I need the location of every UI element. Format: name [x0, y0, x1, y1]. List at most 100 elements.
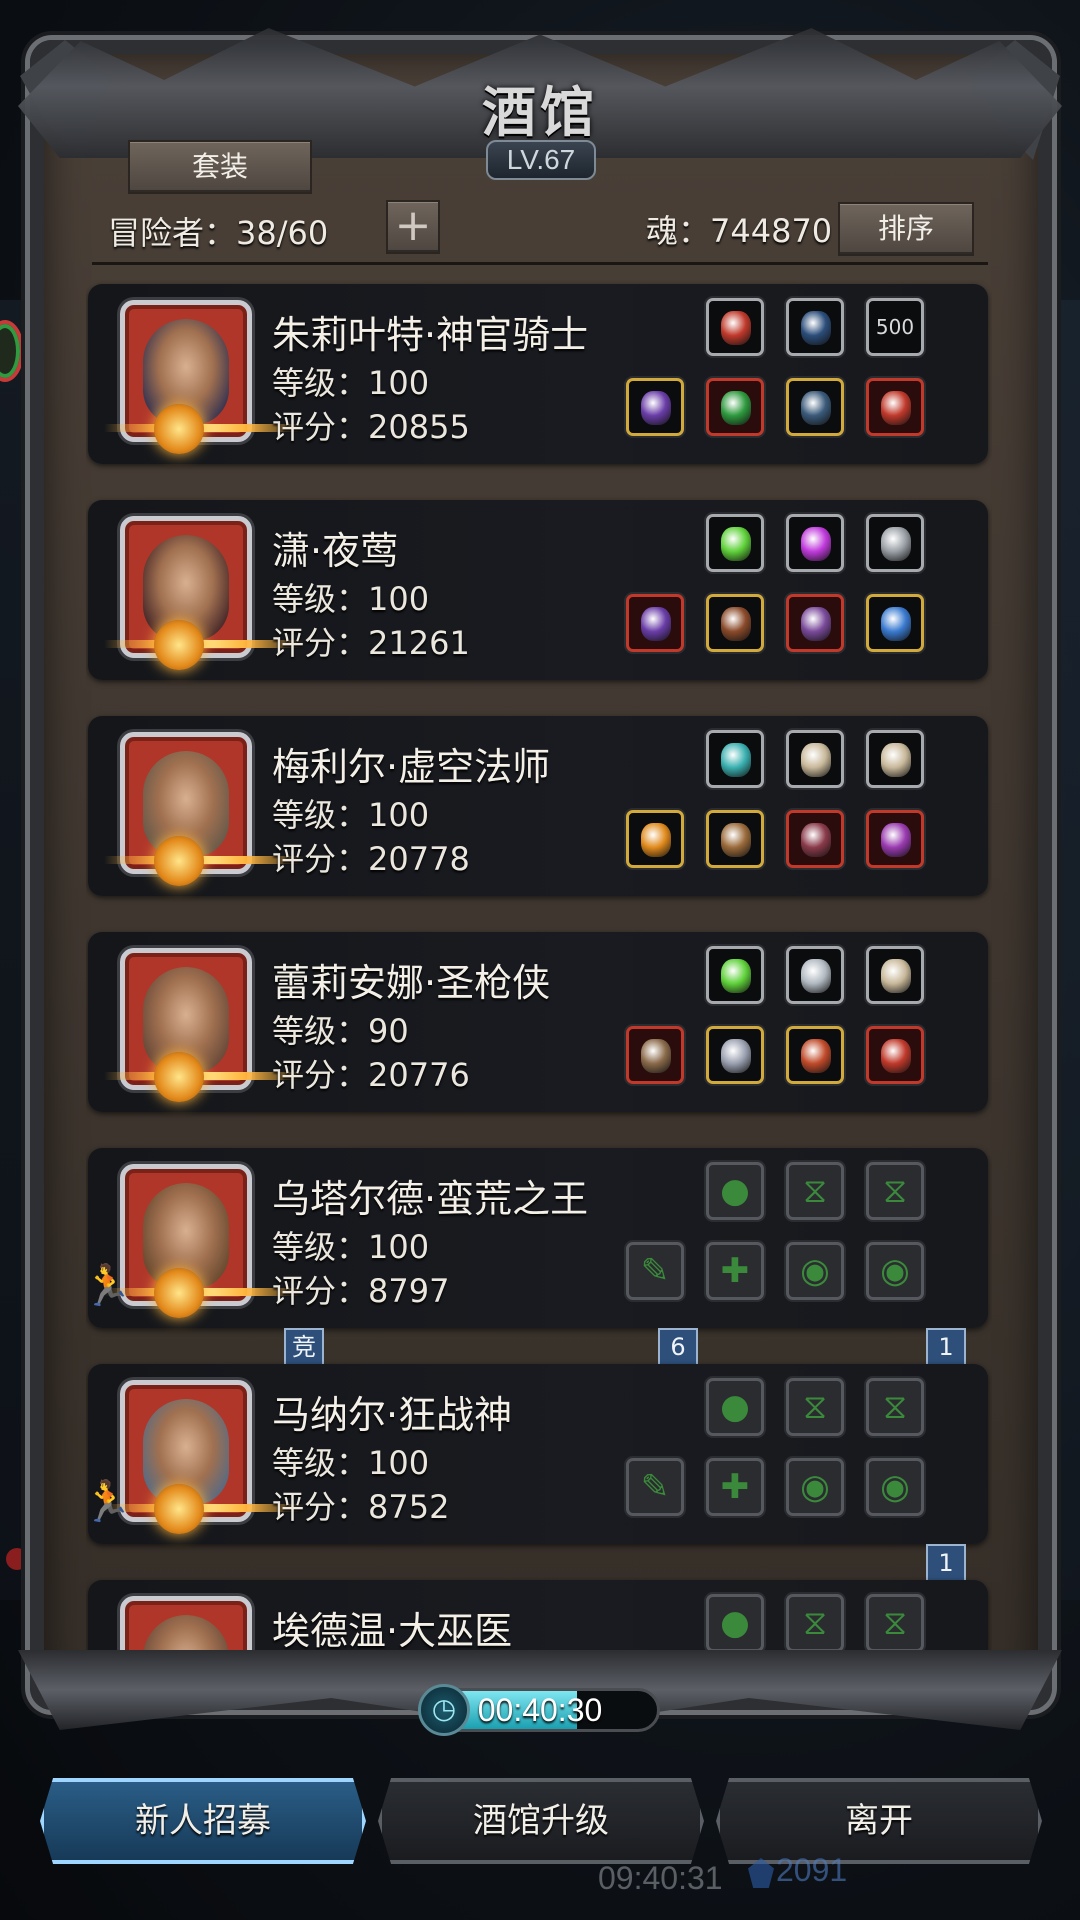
blue-amulet-icon[interactable] [866, 594, 924, 652]
rank-emblem-icon [154, 1268, 204, 1318]
hero-score: 评分：20855 [272, 408, 470, 446]
empty-weapon-slot-icon[interactable]: ✎ [626, 1458, 684, 1516]
empty-slot-glyph: ◉ [880, 1251, 910, 1291]
hero-level: 等级：90 [272, 1012, 409, 1050]
spiked-armor-icon[interactable] [786, 810, 844, 868]
empty-crystal-slot-icon[interactable]: ● [706, 1162, 764, 1220]
hero-level: 等级：100 [272, 796, 430, 834]
empty-weapon-slot-icon[interactable]: ✎ [626, 1242, 684, 1300]
empty-ring-slot-icon[interactable]: ◉ [786, 1458, 844, 1516]
hero-card[interactable]: 潇·夜莺 等级：100 评分：21261 [88, 500, 988, 680]
empty-slot-glyph: ✎ [640, 1251, 670, 1291]
ring-icon[interactable] [866, 1026, 924, 1084]
slot-item-art [881, 959, 911, 993]
empty-ring-slot-icon[interactable]: ◉ [866, 1242, 924, 1300]
empty-slot-glyph: ⧖ [883, 1387, 907, 1427]
slot-item-art [881, 743, 911, 777]
hero-name: 朱莉叶特·神官骑士 [272, 313, 589, 357]
leave-button[interactable]: 离开 [716, 1778, 1042, 1864]
bronze-armor-icon[interactable] [706, 810, 764, 868]
slot-item-art [881, 607, 911, 641]
hud-gem-count: 2091 [776, 1852, 848, 1888]
teal-orb-icon[interactable] [706, 730, 764, 788]
empty-hourglass-slot-icon[interactable]: ⧖ [786, 1378, 844, 1436]
empty-crystal-slot-icon[interactable]: ● [706, 1594, 764, 1652]
empty-hourglass-slot-icon[interactable]: ⧖ [866, 1162, 924, 1220]
rifle-icon[interactable] [626, 1026, 684, 1084]
empty-armor-slot-icon[interactable]: ✚ [706, 1242, 764, 1300]
empty-hourglass-slot-icon[interactable]: ⧖ [866, 1378, 924, 1436]
empty-slot-glyph: ✎ [640, 1467, 670, 1507]
empty-crystal-slot-icon[interactable]: ● [706, 1378, 764, 1436]
demon-helm-icon[interactable] [786, 594, 844, 652]
empty-slot-glyph: ◉ [800, 1251, 830, 1291]
hero-score: 评分：8797 [272, 1272, 450, 1310]
hero-name: 蕾莉安娜·圣枪侠 [272, 961, 551, 1005]
slot-item-art [641, 1039, 671, 1073]
recruit-button[interactable]: 新人招募 [40, 1778, 366, 1864]
plus-icon[interactable]: + [386, 200, 440, 254]
empty-armor-slot-icon[interactable]: ✚ [706, 1458, 764, 1516]
soul-count: 魂：744870 [646, 212, 833, 250]
hero-card[interactable]: 蕾莉安娜·圣枪侠等级：90 评分：20776 [88, 932, 988, 1112]
curved-blade-icon[interactable] [786, 946, 844, 1004]
running-figure-icon: 🏃 [86, 1263, 132, 1309]
set-button[interactable]: 套装 [128, 140, 312, 194]
tavern-upgrade-button[interactable]: 酒馆升级 [378, 1778, 704, 1864]
bone-wand-icon[interactable] [786, 730, 844, 788]
slot-item-art [881, 823, 911, 857]
purple-amulet-icon[interactable] [866, 810, 924, 868]
500-medal-icon[interactable]: 500 [866, 298, 924, 356]
hero-card[interactable]: 朱莉叶特·神官骑士 等级：100 评分：20855 500 [88, 284, 988, 464]
slot-label: 500 [875, 315, 915, 339]
empty-slot-glyph: ⧖ [883, 1603, 907, 1643]
empty-slot-glyph: ✚ [720, 1467, 750, 1507]
running-figure-icon: 🏃 [86, 1479, 132, 1525]
slot-item-art [721, 311, 751, 345]
hero-level: 等级：100 [272, 1228, 430, 1266]
empty-slot-glyph: ● [720, 1171, 750, 1211]
leather-armor-icon[interactable] [706, 594, 764, 652]
red-heart-gem-icon[interactable] [706, 298, 764, 356]
staff-icon[interactable] [626, 378, 684, 436]
hero-name: 埃德温·大巫医 [272, 1609, 513, 1653]
green-armor-icon[interactable] [706, 378, 764, 436]
hero-card[interactable]: 🏃 马纳尔·狂战神 等级：100 评分：8752 ● ⧖ ⧖ ✎ ✚ ◉ ◉ [86, 1364, 988, 1544]
sort-button[interactable]: 排序 [838, 202, 974, 256]
hero-list[interactable]: 朱莉叶特·神官骑士 等级：100 评分：20855 500 潇·夜莺 等级：100 评分：2… [86, 280, 992, 1664]
hud-clock: 09:40:31 [598, 1860, 723, 1896]
hero-name: 潇·夜莺 [272, 529, 399, 573]
hero-card[interactable]: 梅利尔·虚空法师 等级：100 评分：20778 [88, 716, 988, 896]
rank-emblem-icon [154, 836, 204, 886]
hero-card[interactable]: 🏃 乌塔尔德·蛮荒之王 等级：100 评分：8797 ● ⧖ ⧖ ✎ ✚ ◉ ◉ [86, 1148, 988, 1328]
hero-score: 评分：20776 [272, 1056, 470, 1094]
slot-item-art [641, 607, 671, 641]
slot-item-art [801, 823, 831, 857]
bone-wand-icon[interactable] [866, 730, 924, 788]
hero-score: 评分：21261 [272, 624, 470, 662]
purple-gem-icon[interactable] [786, 514, 844, 572]
empty-hourglass-slot-icon[interactable]: ⧖ [786, 1162, 844, 1220]
rank-emblem-icon [154, 620, 204, 670]
heart-amulet-icon[interactable] [786, 1026, 844, 1084]
slot-item-art [881, 527, 911, 561]
bone-wand-icon[interactable] [866, 946, 924, 1004]
slot-item-art [721, 391, 751, 425]
slot-item-art [721, 527, 751, 561]
empty-hourglass-slot-icon[interactable]: ⧖ [786, 1594, 844, 1652]
bow-icon[interactable] [786, 298, 844, 356]
slot-item-art [721, 959, 751, 993]
green-crystal-icon[interactable] [706, 946, 764, 1004]
plate-armor-icon[interactable] [706, 1026, 764, 1084]
empty-ring-slot-icon[interactable]: ◉ [866, 1458, 924, 1516]
silver-crest-icon[interactable] [866, 514, 924, 572]
fire-staff-icon[interactable] [626, 810, 684, 868]
knight-armor-icon[interactable] [786, 378, 844, 436]
empty-ring-slot-icon[interactable]: ◉ [786, 1242, 844, 1300]
empty-slot-glyph: ⧖ [803, 1171, 827, 1211]
page-title: 酒馆 [482, 80, 598, 144]
empty-hourglass-slot-icon[interactable]: ⧖ [866, 1594, 924, 1652]
green-crystal-icon[interactable] [706, 514, 764, 572]
purple-dagger-icon[interactable] [626, 594, 684, 652]
red-amulet-icon[interactable] [866, 378, 924, 436]
